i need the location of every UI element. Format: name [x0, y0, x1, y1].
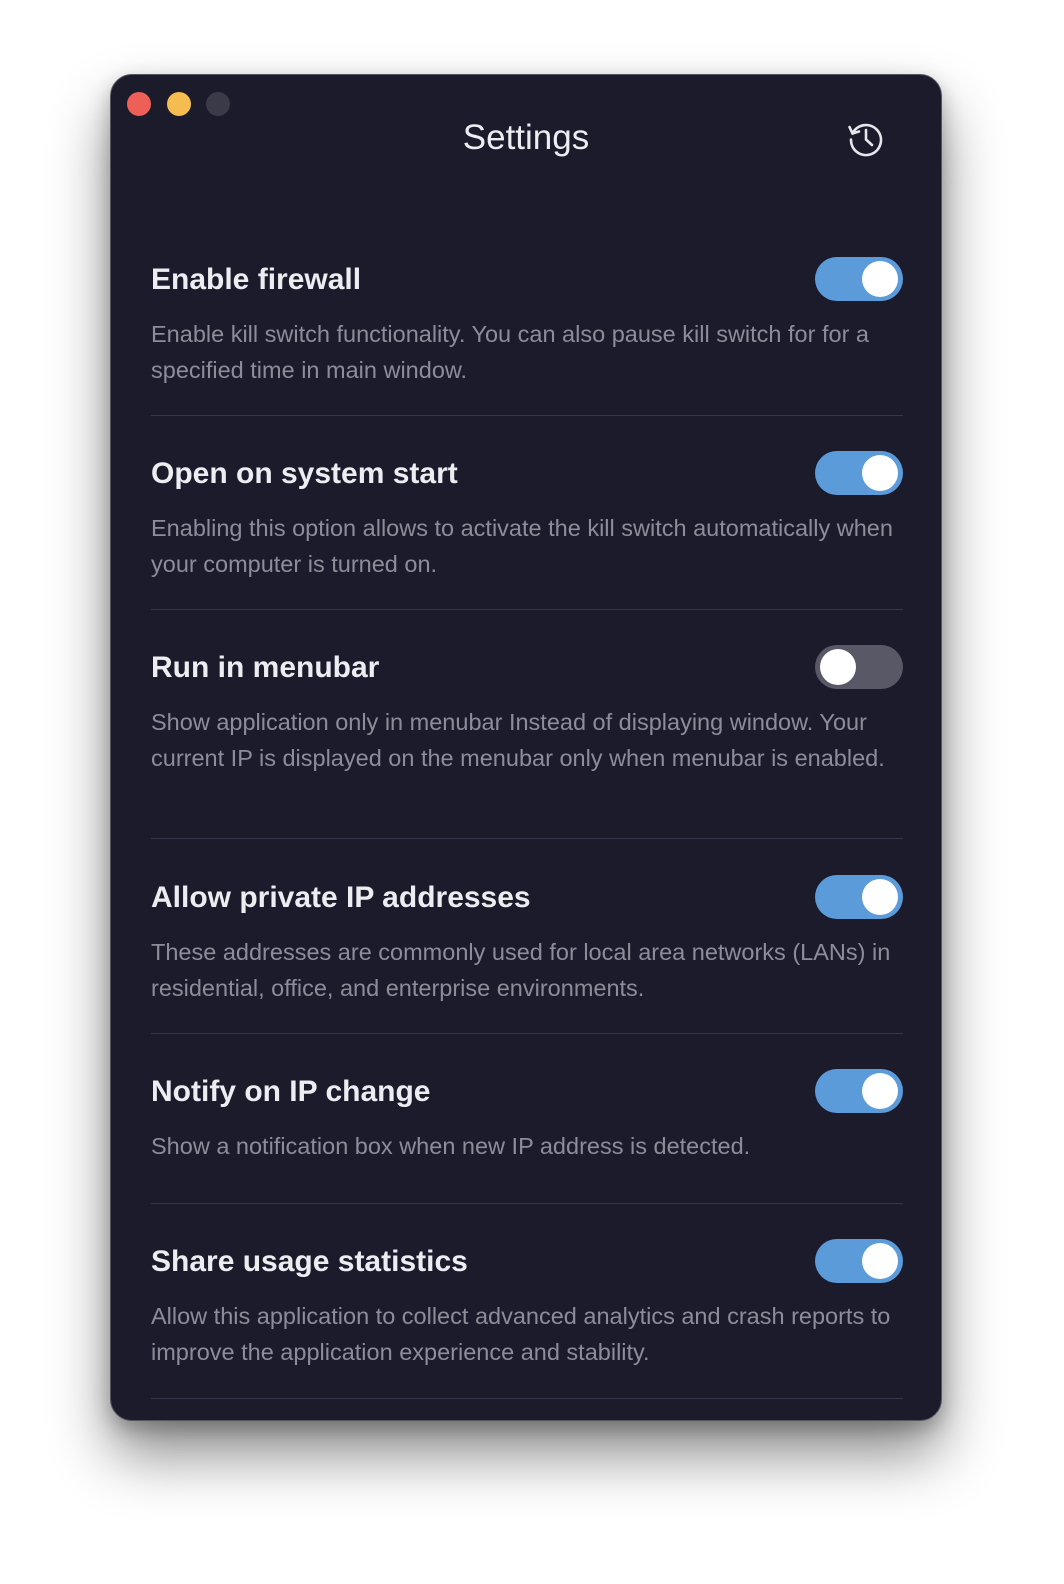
- toggle-knob: [862, 261, 898, 297]
- allow-private-ip-addresses-toggle[interactable]: [815, 875, 903, 919]
- toggle-knob: [862, 1243, 898, 1279]
- setting-enable-firewall: Enable firewall Enable kill switch funct…: [151, 257, 903, 416]
- window-title: Settings: [462, 118, 590, 157]
- window-controls: [127, 92, 246, 116]
- setting-description: These addresses are commonly used for lo…: [151, 939, 891, 1001]
- setting-share-usage-statistics: Share usage statistics Allow this applic…: [151, 1239, 903, 1399]
- setting-open-on-system-start: Open on system start Enabling this optio…: [151, 451, 903, 610]
- zoom-window-button[interactable]: [206, 92, 230, 116]
- setting-title: Notify on IP change: [151, 1075, 431, 1108]
- setting-title: Open on system start: [151, 457, 458, 490]
- setting-allow-private-ip-addresses: Allow private IP addresses These address…: [151, 875, 903, 1034]
- run-in-menubar-toggle[interactable]: [815, 645, 903, 689]
- setting-run-in-menubar: Run in menubar Show application only in …: [151, 645, 903, 839]
- notify-on-ip-change-toggle[interactable]: [815, 1069, 903, 1113]
- settings-window: Settings Enable firewall Enable kill swi…: [110, 74, 942, 1421]
- close-window-button[interactable]: [127, 92, 151, 116]
- setting-notify-on-ip-change: Notify on IP change Show a notification …: [151, 1069, 903, 1204]
- toggle-knob: [820, 649, 856, 685]
- setting-title: Run in menubar: [151, 651, 380, 684]
- setting-description: Allow this application to collect advanc…: [151, 1303, 891, 1365]
- setting-title: Allow private IP addresses: [151, 881, 531, 914]
- open-on-system-start-toggle[interactable]: [815, 451, 903, 495]
- history-clock-icon[interactable]: [846, 119, 886, 159]
- toggle-knob: [862, 879, 898, 915]
- setting-description: Enable kill switch functionality. You ca…: [151, 321, 869, 383]
- setting-description: Show application only in menubar Instead…: [151, 709, 885, 771]
- setting-title: Enable firewall: [151, 263, 362, 296]
- toggle-knob: [862, 455, 898, 491]
- toggle-knob: [862, 1073, 898, 1109]
- minimize-window-button[interactable]: [166, 92, 191, 116]
- setting-title: Share usage statistics: [151, 1245, 468, 1278]
- share-usage-statistics-toggle[interactable]: [815, 1239, 903, 1283]
- setting-description: Show a notification box when new IP addr…: [151, 1133, 751, 1159]
- enable-firewall-toggle[interactable]: [815, 257, 903, 301]
- setting-description: Enabling this option allows to activate …: [151, 515, 893, 577]
